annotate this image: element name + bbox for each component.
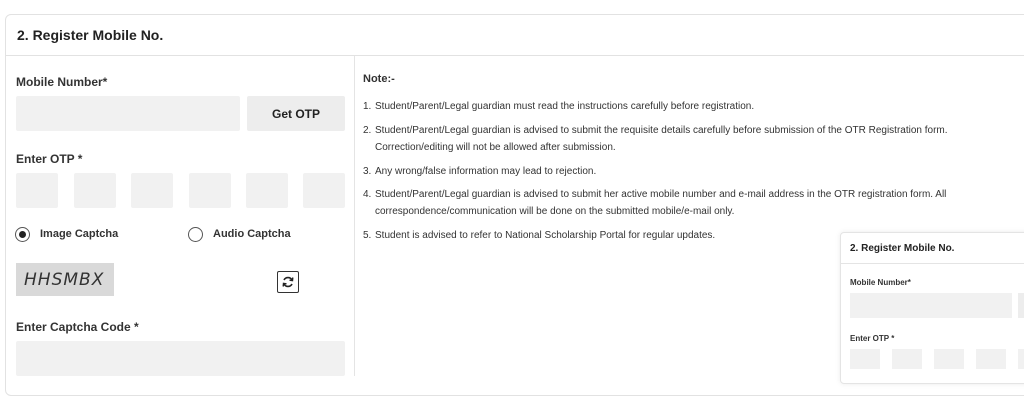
note-text: Student is advised to refer to National … (375, 230, 716, 241)
note-item: 3. Any wrong/false information may lead t… (363, 163, 1023, 180)
note-number: 3. (363, 166, 372, 177)
preview-get-otp-button (1018, 293, 1024, 318)
get-otp-button[interactable]: Get OTP (247, 96, 345, 131)
refresh-captcha-button[interactable] (277, 271, 299, 293)
preview-header: 2. Register Mobile No. (841, 233, 1024, 264)
otp-digit-input[interactable] (74, 173, 116, 208)
note-text: Student/Parent/Legal guardian is advised… (375, 125, 948, 136)
section-title: 2. Register Mobile No. (17, 27, 164, 43)
otp-digit-input[interactable] (131, 173, 173, 208)
otp-digit-input[interactable] (303, 173, 345, 208)
note-item: 2. Student/Parent/Legal guardian is advis… (363, 122, 1023, 156)
preview-otp-digit (976, 349, 1006, 369)
radio-selected-dot (19, 231, 26, 238)
note-number: 5. (363, 230, 372, 241)
note-text: Student/Parent/Legal guardian is advised… (375, 189, 947, 200)
note-text-continued: correspondence/communication will be don… (375, 206, 735, 217)
preview-thumbnail: 2. Register Mobile No. Mobile Number* En… (840, 232, 1024, 384)
mobile-number-label: Mobile Number* (16, 75, 108, 89)
refresh-icon (282, 276, 294, 288)
audio-captcha-label[interactable]: Audio Captcha (213, 228, 291, 240)
notes-title: Note:- (363, 73, 395, 85)
note-text: Any wrong/false information may lead to … (375, 166, 597, 177)
preview-title: 2. Register Mobile No. (850, 242, 955, 254)
otp-label: Enter OTP * (16, 152, 83, 166)
preview-otp-digit (850, 349, 880, 369)
preview-otp-label: Enter OTP * (850, 334, 895, 343)
audio-captcha-radio[interactable] (188, 227, 203, 242)
card-header: 2. Register Mobile No. (6, 15, 1024, 56)
note-item: 4. Student/Parent/Legal guardian is advis… (363, 186, 1023, 220)
preview-otp-digit (1018, 349, 1024, 369)
otp-digit-input[interactable] (246, 173, 288, 208)
note-number: 2. (363, 125, 372, 136)
note-text-continued: Correction/editing will not be allowed a… (375, 142, 616, 153)
otp-digit-input[interactable] (16, 173, 58, 208)
captcha-text: HHSMBX (24, 269, 105, 290)
note-number: 1. (363, 101, 372, 112)
note-number: 4. (363, 189, 372, 200)
preview-mobile-label: Mobile Number* (850, 278, 911, 287)
preview-mobile-input (850, 293, 1012, 318)
column-divider (354, 56, 355, 376)
mobile-number-input[interactable] (16, 96, 240, 131)
otp-digit-input[interactable] (189, 173, 231, 208)
note-item: 5. Student is advised to refer to Nationa… (363, 227, 823, 244)
image-captcha-label[interactable]: Image Captcha (40, 228, 118, 240)
preview-otp-digit (934, 349, 964, 369)
captcha-code-label: Enter Captcha Code * (16, 320, 139, 334)
note-text: Student/Parent/Legal guardian must read … (375, 101, 755, 112)
preview-otp-digit (892, 349, 922, 369)
captcha-code-input[interactable] (16, 341, 345, 376)
note-item: 1. Student/Parent/Legal guardian must rea… (363, 98, 1023, 115)
captcha-image: HHSMBX (16, 263, 114, 296)
image-captcha-radio[interactable] (15, 227, 30, 242)
